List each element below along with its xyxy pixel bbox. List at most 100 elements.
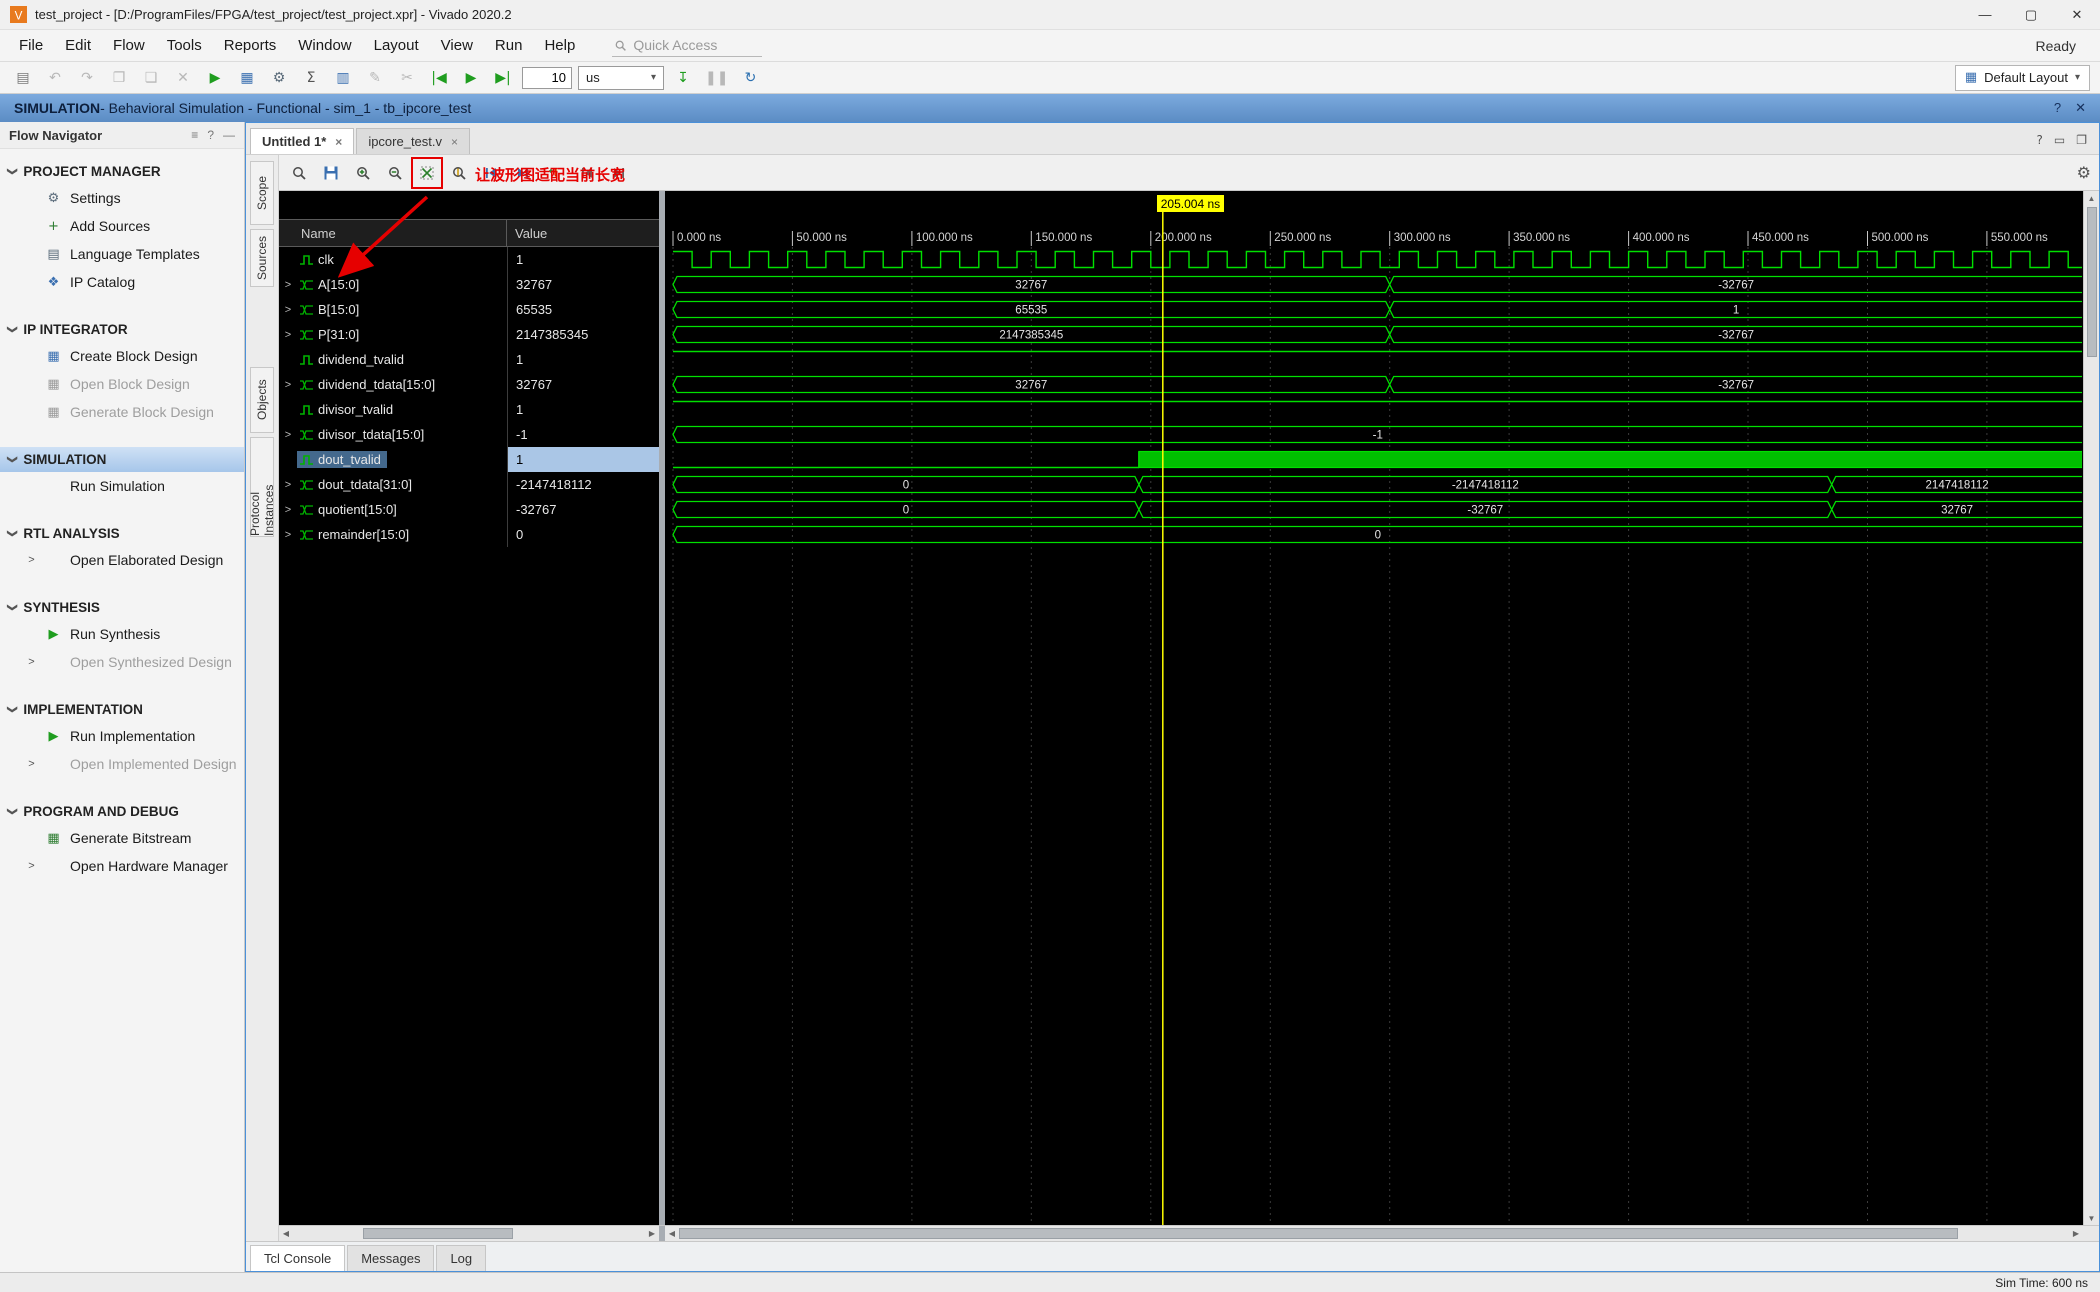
side-tab-scope[interactable]: Scope — [250, 161, 274, 225]
tab-ipcore-test-v[interactable]: ipcore_test.v × — [356, 128, 471, 154]
toolbar-undo-button[interactable]: ↶ — [42, 65, 68, 91]
flow-item-open-block-design[interactable]: ▦ Open Block Design — [0, 370, 244, 398]
flow-item-settings[interactable]: ⚙ Settings — [0, 184, 244, 212]
console-tab-log[interactable]: Log — [436, 1245, 487, 1271]
value-column-header[interactable]: Value — [507, 220, 659, 246]
menu-reports[interactable]: Reports — [213, 32, 288, 59]
zoom-out-icon[interactable] — [383, 161, 407, 185]
toolbar-probe-button[interactable]: ✂ — [394, 65, 420, 91]
expand-chevron-icon[interactable]: > — [282, 429, 294, 441]
flow-nav-minimize-icon[interactable]: — — [223, 128, 235, 142]
flow-item-open-synthesized-design[interactable]: > Open Synthesized Design — [0, 648, 244, 676]
add-marker-icon[interactable] — [543, 161, 567, 185]
toolbar-run-for-button[interactable]: ▶| — [490, 65, 516, 91]
expand-chevron-icon[interactable]: > — [282, 479, 294, 491]
name-scroll-thumb[interactable] — [363, 1228, 513, 1239]
wave-scrollbar[interactable]: ◀ ▶ — [665, 1226, 2083, 1241]
flow-item-language-templates[interactable]: ▤ Language Templates — [0, 240, 244, 268]
scroll-right-icon[interactable]: ▶ — [645, 1229, 659, 1238]
tab-close-icon[interactable]: × — [451, 135, 458, 149]
scroll-left-icon[interactable]: ◀ — [665, 1229, 679, 1238]
console-tab-tcl-console[interactable]: Tcl Console — [250, 1245, 346, 1271]
tab-untitled-1[interactable]: Untitled 1* × — [250, 128, 355, 154]
toolbar-paste-button[interactable]: ❏ — [138, 65, 164, 91]
scroll-up-icon[interactable]: ▲ — [2088, 191, 2096, 205]
simulation-time-input[interactable] — [522, 66, 572, 89]
time-unit-select[interactable]: us ▾ — [578, 65, 664, 90]
flow-section-ip-integrator[interactable]: ❯ IP INTEGRATOR — [0, 317, 244, 342]
waveform-canvas[interactable]: 0.000 ns 50.000 ns 100.000 ns 150.000 ns 200… — [665, 191, 2083, 1225]
signal-row-dout-tdata-31-0[interactable]: > dout_tdata[31:0] -2147418112 — [279, 472, 659, 497]
toolbar-delete-button[interactable]: ✕ — [170, 65, 196, 91]
goto-start-icon[interactable] — [575, 161, 599, 185]
expand-chevron-icon[interactable]: > — [282, 279, 294, 291]
toolbar-open-file-button[interactable]: ▤ — [10, 65, 36, 91]
banner-help-icon[interactable]: ? — [2054, 100, 2061, 116]
vertical-scroll-thumb[interactable] — [2086, 207, 2097, 357]
close-button[interactable]: ✕ — [2054, 0, 2100, 29]
toolbar-edit-button[interactable]: ✎ — [362, 65, 388, 91]
panel-maximize-icon[interactable]: ❐ — [2076, 133, 2087, 147]
toolbar-redo-button[interactable]: ↷ — [74, 65, 100, 91]
name-panel-scrollbar[interactable]: ◀ ▶ — [279, 1226, 659, 1241]
signal-row-quotient-15-0[interactable]: > quotient[15:0] -32767 — [279, 497, 659, 522]
toolbar-settings-button[interactable]: ⚙ — [266, 65, 292, 91]
save-icon[interactable] — [319, 161, 343, 185]
next-transition-icon[interactable] — [511, 161, 535, 185]
menu-view[interactable]: View — [430, 32, 484, 59]
signal-row-dividend-tdata-15-0[interactable]: > dividend_tdata[15:0] 32767 — [279, 372, 659, 397]
wave-settings-gear-icon[interactable]: ⚙ — [2077, 163, 2091, 182]
toolbar-block-design-button[interactable]: ▦ — [234, 65, 260, 91]
flow-item-add-sources[interactable]: + Add Sources — [0, 212, 244, 240]
toolbar-reports-button[interactable]: Σ — [298, 65, 324, 91]
toolbar-relaunch-button[interactable]: ↻ — [737, 65, 763, 91]
flow-item-open-hardware-manager[interactable]: > Open Hardware Manager — [0, 852, 244, 880]
menu-window[interactable]: Window — [287, 32, 362, 59]
signal-row-b-15-0[interactable]: > B[15:0] 65535 — [279, 297, 659, 322]
flow-item-run-synthesis[interactable]: ▶ Run Synthesis — [0, 620, 244, 648]
panel-float-icon[interactable]: ▭ — [2054, 133, 2065, 147]
side-tab-sources[interactable]: Sources — [250, 229, 274, 287]
side-tab-protocol-instances[interactable]: Protocol Instances — [248, 437, 276, 537]
flow-item-ip-catalog[interactable]: ❖ IP Catalog — [0, 268, 244, 296]
signal-row-divisor-tvalid[interactable]: divisor_tvalid 1 — [279, 397, 659, 422]
console-tab-messages[interactable]: Messages — [347, 1245, 435, 1271]
search-icon[interactable] — [287, 161, 311, 185]
signal-row-dividend-tvalid[interactable]: dividend_tvalid 1 — [279, 347, 659, 372]
flow-item-open-implemented-design[interactable]: > Open Implemented Design — [0, 750, 244, 778]
menu-layout[interactable]: Layout — [363, 32, 430, 59]
tab-close-icon[interactable]: × — [335, 135, 342, 149]
toolbar-run-all-button[interactable]: ▶ — [458, 65, 484, 91]
signal-row-divisor-tdata-15-0[interactable]: > divisor_tdata[15:0] -1 — [279, 422, 659, 447]
menu-file[interactable]: File — [8, 32, 54, 59]
scroll-down-icon[interactable]: ▼ — [2088, 1211, 2096, 1225]
flow-nav-collapse-icon[interactable]: ≡ — [191, 128, 198, 142]
side-tab-objects[interactable]: Objects — [250, 367, 274, 433]
menu-flow[interactable]: Flow — [102, 32, 156, 59]
expand-chevron-icon[interactable]: > — [282, 504, 294, 516]
flow-section-implementation[interactable]: ❯ IMPLEMENTATION — [0, 697, 244, 722]
menu-help[interactable]: Help — [533, 32, 586, 59]
signal-row-a-15-0[interactable]: > A[15:0] 32767 — [279, 272, 659, 297]
panel-help-icon[interactable]: ? — [2037, 133, 2043, 147]
quick-access-search[interactable]: Quick Access — [612, 35, 763, 57]
toolbar-restart-simulation-button[interactable]: |◀ — [426, 65, 452, 91]
signal-row-clk[interactable]: clk 1 — [279, 247, 659, 272]
signal-row-dout-tvalid[interactable]: dout_tvalid 1 — [279, 447, 659, 472]
flow-nav-help-icon[interactable]: ? — [207, 128, 214, 142]
flow-item-run-simulation[interactable]: Run Simulation — [0, 472, 244, 500]
toolbar-pause-button[interactable]: ❚❚ — [702, 65, 731, 91]
flow-section-rtl-analysis[interactable]: ❯ RTL ANALYSIS — [0, 521, 244, 546]
menu-edit[interactable]: Edit — [54, 32, 102, 59]
scroll-left-icon[interactable]: ◀ — [279, 1229, 293, 1238]
zoom-fit-icon[interactable] — [411, 156, 443, 189]
flow-item-generate-bitstream[interactable]: ▦ Generate Bitstream — [0, 824, 244, 852]
name-column-header[interactable]: Name — [279, 220, 507, 246]
zoom-in-icon[interactable] — [351, 161, 375, 185]
layout-selector[interactable]: ▦ Default Layout ▾ — [1954, 64, 2090, 91]
expand-chevron-icon[interactable]: > — [282, 379, 294, 391]
flow-item-open-elaborated-design[interactable]: > Open Elaborated Design — [0, 546, 244, 574]
expand-chevron-icon[interactable]: > — [282, 529, 294, 541]
flow-item-create-block-design[interactable]: ▦ Create Block Design — [0, 342, 244, 370]
goto-end-icon[interactable] — [607, 161, 631, 185]
